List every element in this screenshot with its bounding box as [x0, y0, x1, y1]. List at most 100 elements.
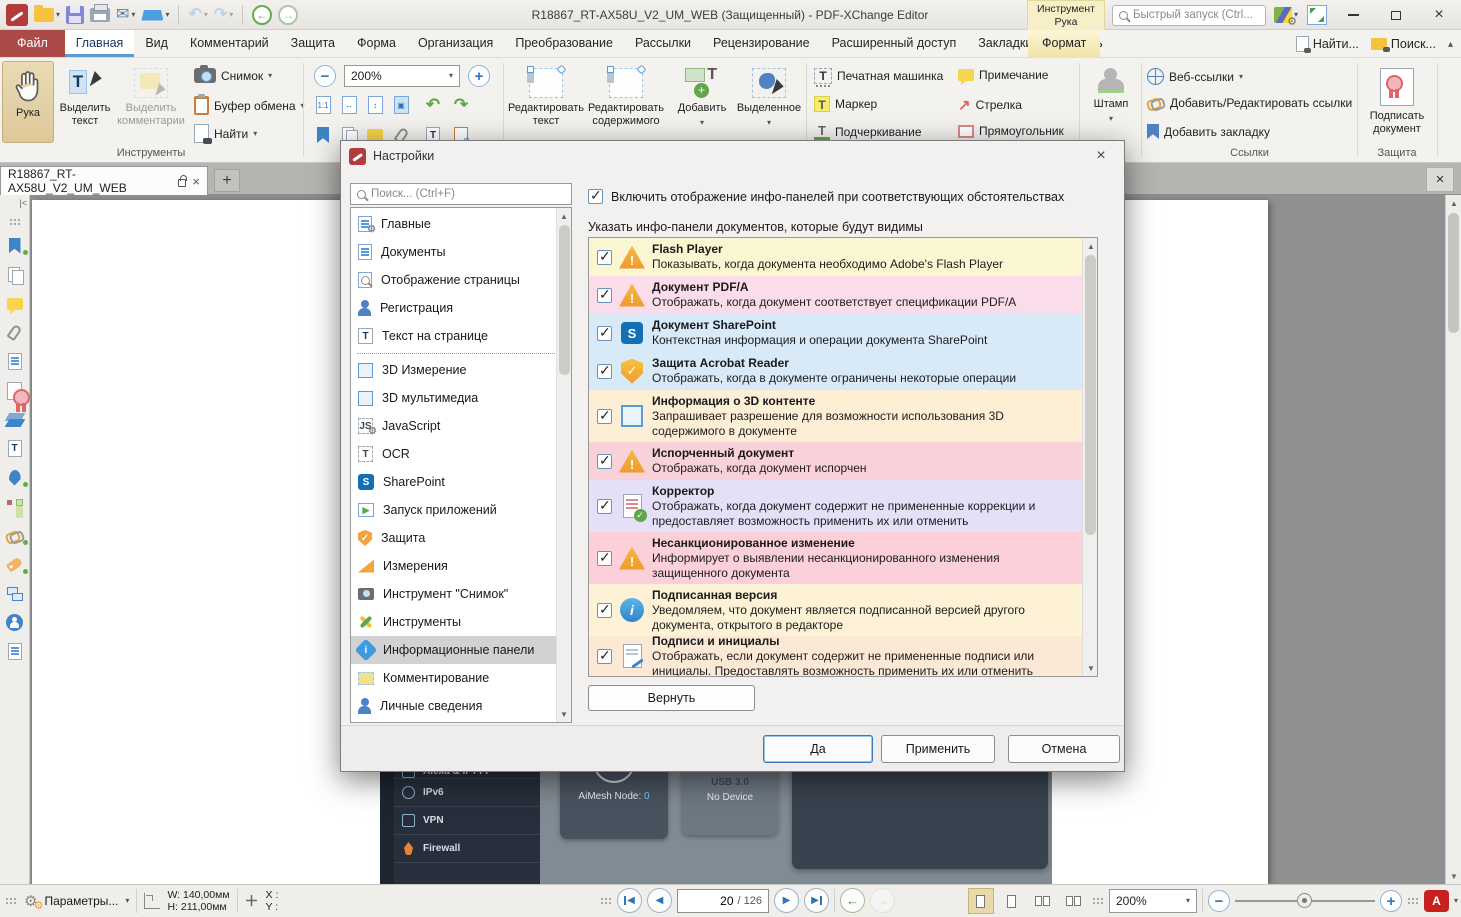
settings-search-box[interactable]: Поиск... (Ctrl+F)	[350, 183, 572, 205]
print-button[interactable]	[89, 3, 111, 27]
scrollbar-thumb[interactable]	[1085, 255, 1096, 535]
category-measurements[interactable]: Измерения	[351, 552, 571, 580]
checkbox-checked-icon[interactable]	[597, 250, 612, 265]
category-security[interactable]: ✓Защита	[351, 524, 571, 552]
accessibility-panel-icon[interactable]	[5, 613, 24, 632]
save-button[interactable]	[65, 3, 85, 27]
page-number-input[interactable]	[700, 894, 734, 908]
highlighter-button[interactable]: T Маркер	[814, 96, 877, 112]
close-document-button[interactable]: ×	[1426, 167, 1454, 192]
info-list-scrollbar[interactable]: ▲ ▼	[1082, 238, 1097, 676]
scroll-down-icon[interactable]: ▼	[556, 706, 572, 722]
category-general[interactable]: Главные	[351, 210, 571, 238]
maximize-button[interactable]	[1378, 2, 1414, 28]
nav-grip[interactable]	[600, 897, 612, 905]
edit-text-button[interactable]: Редактировать текст	[508, 61, 584, 147]
category-page-display[interactable]: Отображение страницы	[351, 266, 571, 294]
signatures-panel-icon[interactable]	[5, 381, 24, 400]
bookmarks-button[interactable]	[312, 124, 334, 146]
scroll-up-icon[interactable]: ▲	[1083, 238, 1099, 254]
actual-size-button[interactable]: 1:1	[312, 94, 334, 116]
checkbox-checked-icon[interactable]	[588, 189, 603, 204]
quick-launch-search[interactable]: Быстрый запуск (Ctrl...	[1112, 5, 1266, 26]
vertical-scrollbar[interactable]: ▲ ▼	[1445, 195, 1461, 884]
zoom-slider-thumb[interactable]	[1297, 893, 1312, 908]
note-button[interactable]: Примечание	[958, 68, 1048, 82]
checkbox-checked-icon[interactable]	[597, 326, 612, 341]
stamp-button[interactable]: Штамп ▾	[1083, 61, 1139, 147]
layers-panel-icon[interactable]	[5, 410, 24, 429]
zoom-out-button[interactable]: −	[1208, 890, 1230, 912]
category-sharepoint[interactable]: SSharePoint	[351, 468, 571, 496]
checkbox-checked-icon[interactable]	[597, 603, 612, 618]
fullscreen-button[interactable]	[1306, 3, 1328, 27]
checkbox-checked-icon[interactable]	[597, 499, 612, 514]
checkbox-checked-icon[interactable]	[597, 649, 612, 664]
scrollbar-thumb[interactable]	[559, 225, 570, 375]
zoom-combo[interactable]: 200%▾	[1109, 889, 1197, 913]
scan-button[interactable]: ▾	[140, 3, 170, 27]
add-bookmark-button[interactable]: Добавить закладку	[1147, 124, 1270, 139]
info-row-acrobat-security[interactable]: ✓ Защита Acrobat ReaderОтображать, когда…	[589, 352, 1082, 390]
category-ocr[interactable]: TOCR	[351, 440, 571, 468]
select-text-button[interactable]: T Выделить текст	[58, 61, 112, 143]
info-row-pdfa[interactable]: ! Документ PDF/AОтображать, когда докуме…	[589, 276, 1082, 314]
dialog-close-button[interactable]: ×	[1086, 144, 1116, 168]
info-row-damaged-document[interactable]: ! Испорченный документОтображать, когда …	[589, 442, 1082, 480]
tab-review[interactable]: Рецензирование	[702, 30, 821, 57]
checkbox-checked-icon[interactable]	[597, 288, 612, 303]
tab-organize[interactable]: Организация	[407, 30, 504, 57]
previous-page-button[interactable]: ◀	[647, 888, 672, 913]
tab-form[interactable]: Форма	[346, 30, 407, 57]
history-back-button[interactable]: ←	[251, 3, 273, 27]
category-launch-apps[interactable]: ▶Запуск приложений	[351, 496, 571, 524]
thumbnails-panel-icon[interactable]	[5, 265, 24, 284]
next-page-button[interactable]: ▶	[774, 888, 799, 913]
category-3d-multimedia[interactable]: 3D мультимедиа	[351, 384, 571, 412]
options-button[interactable]: Параметры...	[44, 894, 118, 908]
info-row-corrector[interactable]: КорректорОтображать, когда документ соде…	[589, 480, 1082, 532]
ui-options-button[interactable]: ▾	[1273, 3, 1299, 27]
destinations-panel-icon[interactable]	[5, 468, 24, 487]
continuous-layout-button[interactable]	[999, 888, 1025, 914]
close-button[interactable]: ×	[1421, 2, 1457, 28]
arrow-tool-button[interactable]: ↗ Стрелка	[958, 96, 1022, 114]
tab-convert[interactable]: Преобразование	[504, 30, 624, 57]
zoom-in-button[interactable]: +	[1380, 890, 1402, 912]
info-row-unauthorized-change[interactable]: ! Несанкционированное изменениеИнформиру…	[589, 532, 1082, 584]
next-view-button[interactable]: →	[870, 888, 895, 913]
category-3d-measure[interactable]: 3D Измерение	[351, 356, 571, 384]
links-panel-icon[interactable]	[5, 526, 24, 545]
checkbox-checked-icon[interactable]	[597, 454, 612, 469]
underline-button[interactable]: T Подчеркивание	[814, 124, 922, 140]
web-links-button[interactable]: Веб-ссылки▾	[1147, 68, 1243, 85]
fit-width-button[interactable]: ↔	[338, 94, 360, 116]
add-object-button[interactable]: T+ Добавить ▾	[670, 61, 734, 147]
single-page-layout-button[interactable]	[968, 888, 994, 914]
document-tab[interactable]: R18867_RT-AX58U_V2_UM_WEB ×	[0, 166, 208, 195]
info-row-sharepoint[interactable]: S Документ SharePointКонтекстная информа…	[589, 314, 1082, 352]
info-row-3d-content[interactable]: Информация о 3D контентеЗапрашивает разр…	[589, 390, 1082, 442]
content-panel-icon[interactable]: T	[5, 439, 24, 458]
category-registration[interactable]: Регистрация	[351, 294, 571, 322]
comments-panel-icon[interactable]	[5, 294, 24, 313]
accessibility-report-panel-icon[interactable]	[5, 642, 24, 661]
collapse-ribbon-icon[interactable]: ▴	[1448, 39, 1453, 50]
tab-view[interactable]: Вид	[134, 30, 179, 57]
select-comments-button[interactable]: Выделить комментарии	[114, 61, 188, 143]
tab-comment[interactable]: Комментарий	[179, 30, 280, 57]
statusbar-grip[interactable]	[5, 897, 17, 905]
email-button[interactable]: ✉▾	[115, 3, 136, 27]
checkbox-checked-icon[interactable]	[597, 551, 612, 566]
category-scrollbar[interactable]: ▲ ▼	[556, 208, 571, 722]
zoom-out-button[interactable]: −	[314, 65, 336, 87]
scroll-down-icon[interactable]: ▼	[1083, 660, 1099, 676]
category-documents[interactable]: Документы	[351, 238, 571, 266]
structure-panel-icon[interactable]	[5, 497, 24, 516]
first-page-button[interactable]: ◀	[617, 888, 642, 913]
info-row-signed-version[interactable]: i Подписанная версияУведомляем, что доку…	[589, 584, 1082, 636]
reset-button[interactable]: Вернуть	[588, 685, 755, 711]
minimize-button[interactable]	[1335, 2, 1371, 28]
info-row-flash-player[interactable]: ! Flash PlayerПоказывать, когда документ…	[589, 238, 1082, 276]
snapshot-button[interactable]: Снимок▾	[194, 68, 272, 83]
